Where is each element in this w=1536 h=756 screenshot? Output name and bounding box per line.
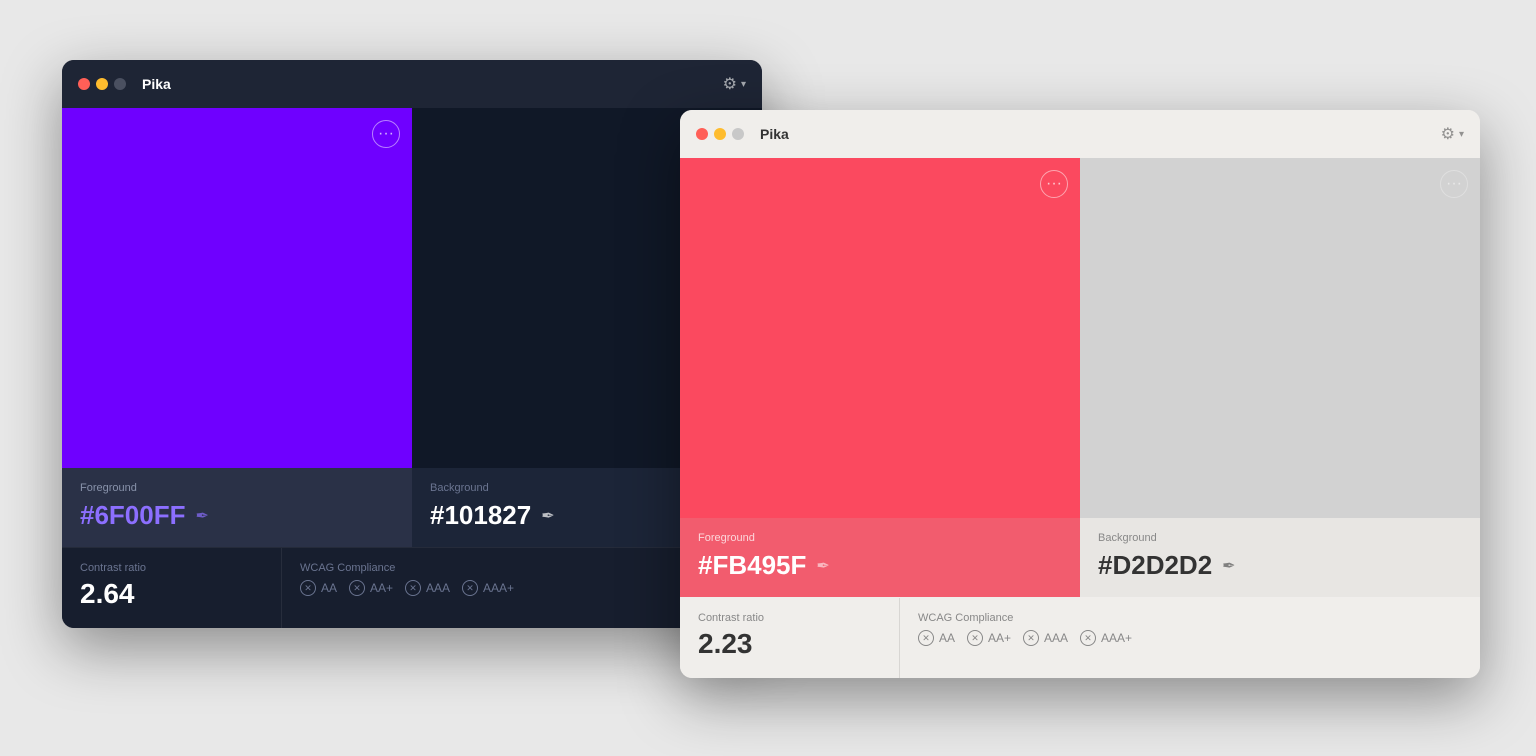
light-badge-aaa-plus-label: AAA+	[1101, 631, 1132, 645]
light-badge-aa-x: ✕	[918, 630, 934, 646]
dark-bg-eyedropper[interactable]: ✒	[541, 506, 554, 526]
light-bg-panel: Background #D2D2D2 ✒	[1080, 518, 1480, 597]
light-close-button[interactable]	[696, 128, 708, 140]
light-stats-row: Contrast ratio 2.23 WCAG Compliance ✕ AA…	[680, 597, 1480, 678]
dark-wcag-label: WCAG Compliance	[300, 562, 744, 574]
light-badge-aaa-plus-x: ✕	[1080, 630, 1096, 646]
dark-fg-panel: Foreground #6F00FF ✒	[62, 468, 412, 547]
light-background-swatch[interactable]: ···	[1080, 158, 1480, 518]
dark-gear-icon: ⚙	[723, 74, 737, 94]
dark-stats-row: Contrast ratio 2.64 WCAG Compliance ✕ AA…	[62, 547, 762, 628]
dark-titlebar: Pika ⚙ ▾	[62, 60, 762, 108]
dark-wcag-badges: ✕ AA ✕ AA+ ✕ AAA ✕ AAA+	[300, 580, 744, 596]
light-gear-icon: ⚙	[1441, 124, 1455, 144]
light-info-row: Foreground #FB495F ✒ Background #D2D2D2 …	[680, 518, 1480, 597]
light-fg-menu-button[interactable]: ···	[1040, 170, 1068, 198]
dark-window-title: Pika	[142, 76, 171, 92]
dark-foreground-swatch[interactable]: ···	[62, 108, 412, 468]
light-bg-more-icon: ···	[1446, 175, 1462, 193]
dark-badge-aaa-plus-x: ✕	[462, 580, 478, 596]
dark-badge-aaa-label: AAA	[426, 581, 450, 595]
light-bg-value-row: #D2D2D2 ✒	[1098, 550, 1462, 581]
light-badge-aa: ✕ AA	[918, 630, 955, 646]
dark-fg-more-icon: ···	[378, 125, 394, 143]
light-wcag-label: WCAG Compliance	[918, 612, 1462, 624]
light-bg-menu-button[interactable]: ···	[1440, 170, 1468, 198]
light-minimize-button[interactable]	[714, 128, 726, 140]
dark-fg-menu-button[interactable]: ···	[372, 120, 400, 148]
dark-fg-hex: #6F00FF	[80, 500, 186, 531]
dark-close-button[interactable]	[78, 78, 90, 90]
dark-badge-aa-plus-x: ✕	[349, 580, 365, 596]
light-fg-panel: Foreground #FB495F ✒	[680, 518, 1080, 597]
dark-gear-button[interactable]: ⚙ ▾	[723, 74, 746, 94]
light-badge-aaa-x: ✕	[1023, 630, 1039, 646]
light-contrast-value: 2.23	[698, 628, 881, 660]
light-bg-hex: #D2D2D2	[1098, 550, 1212, 581]
light-contrast-panel: Contrast ratio 2.23	[680, 598, 900, 678]
dark-chevron-icon: ▾	[741, 79, 746, 90]
light-badge-aaa-label: AAA	[1044, 631, 1068, 645]
light-fg-eyedropper[interactable]: ✒	[816, 556, 829, 576]
light-fullscreen-button[interactable]	[732, 128, 744, 140]
light-foreground-swatch[interactable]: ···	[680, 158, 1080, 518]
light-badge-aaa-plus: ✕ AAA+	[1080, 630, 1132, 646]
dark-badge-aaa: ✕ AAA	[405, 580, 450, 596]
light-wcag-panel: WCAG Compliance ✕ AA ✕ AA+ ✕ AAA ✕ AAA+	[900, 598, 1480, 678]
dark-badge-aaa-plus: ✕ AAA+	[462, 580, 514, 596]
light-window-title: Pika	[760, 126, 789, 142]
dark-badge-aa: ✕ AA	[300, 580, 337, 596]
dark-badge-aaa-x: ✕	[405, 580, 421, 596]
light-fg-label: Foreground	[698, 532, 1062, 544]
light-titlebar: Pika ⚙ ▾	[680, 110, 1480, 158]
light-traffic-lights	[696, 128, 744, 140]
light-bg-label: Background	[1098, 532, 1462, 544]
dark-bg-hex: #101827	[430, 500, 531, 531]
light-fg-hex: #FB495F	[698, 550, 806, 581]
dark-fg-value-row: #6F00FF ✒	[80, 500, 394, 531]
dark-badge-aa-plus-label: AA+	[370, 581, 393, 595]
dark-contrast-value: 2.64	[80, 578, 263, 610]
dark-badge-aa-x: ✕	[300, 580, 316, 596]
light-fg-value-row: #FB495F ✒	[698, 550, 1062, 581]
dark-window: Pika ⚙ ▾ ··· Foreground #6F00FF ✒ Backgr…	[62, 60, 762, 628]
light-swatches-row: ··· ···	[680, 158, 1480, 518]
dark-info-row: Foreground #6F00FF ✒ Background #101827 …	[62, 468, 762, 547]
light-gear-button[interactable]: ⚙ ▾	[1441, 124, 1464, 144]
dark-badge-aa-label: AA	[321, 581, 337, 595]
dark-contrast-panel: Contrast ratio 2.64	[62, 548, 282, 628]
light-chevron-icon: ▾	[1459, 129, 1464, 140]
dark-traffic-lights	[78, 78, 126, 90]
light-badge-aa-plus-x: ✕	[967, 630, 983, 646]
light-badge-aa-plus-label: AA+	[988, 631, 1011, 645]
light-wcag-badges: ✕ AA ✕ AA+ ✕ AAA ✕ AAA+	[918, 630, 1462, 646]
light-badge-aaa: ✕ AAA	[1023, 630, 1068, 646]
light-fg-more-icon: ···	[1046, 175, 1062, 193]
dark-fg-eyedropper[interactable]: ✒	[196, 506, 209, 526]
dark-badge-aaa-plus-label: AAA+	[483, 581, 514, 595]
light-window: Pika ⚙ ▾ ··· ··· Foreground #FB495F ✒	[680, 110, 1480, 678]
dark-contrast-label: Contrast ratio	[80, 562, 263, 574]
dark-minimize-button[interactable]	[96, 78, 108, 90]
light-badge-aa-plus: ✕ AA+	[967, 630, 1011, 646]
light-contrast-label: Contrast ratio	[698, 612, 881, 624]
dark-badge-aa-plus: ✕ AA+	[349, 580, 393, 596]
dark-swatches-row: ···	[62, 108, 762, 468]
dark-fg-label: Foreground	[80, 482, 394, 494]
light-bg-eyedropper[interactable]: ✒	[1222, 556, 1235, 576]
dark-fullscreen-button[interactable]	[114, 78, 126, 90]
light-badge-aa-label: AA	[939, 631, 955, 645]
